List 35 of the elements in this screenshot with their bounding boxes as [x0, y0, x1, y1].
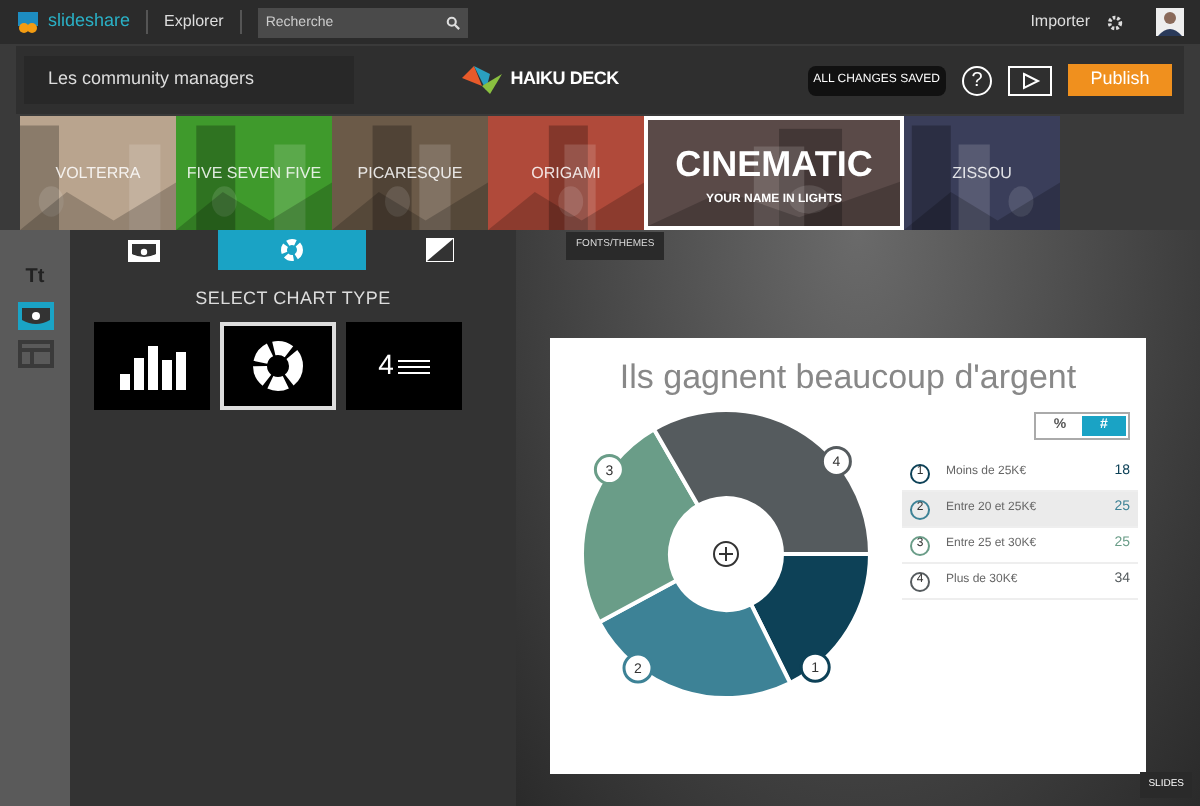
- theme-name: PICARESQUE: [357, 161, 463, 185]
- bird-logo-icon: [462, 62, 503, 98]
- logo-icon: [16, 10, 40, 34]
- image-tool-icon[interactable]: [17, 302, 53, 330]
- donut-segment[interactable]: [652, 407, 872, 555]
- theme-name: ORIGAMI: [531, 161, 601, 185]
- donut-chart-icon: [252, 339, 304, 391]
- gear-icon[interactable]: [1106, 13, 1124, 31]
- help-button[interactable]: ?: [962, 65, 992, 95]
- site-logo[interactable]: slideshare: [48, 8, 131, 36]
- deck-title[interactable]: Les community managers: [24, 56, 354, 104]
- search-icon[interactable]: [445, 15, 460, 29]
- lines-icon: [397, 357, 430, 373]
- contrast-icon: [426, 238, 454, 262]
- donut-segment[interactable]: [580, 426, 700, 624]
- chart-type-option[interactable]: [220, 321, 336, 409]
- play-button[interactable]: [1008, 65, 1052, 95]
- chart-type-option[interactable]: 4: [346, 321, 462, 409]
- add-icon[interactable]: [713, 540, 739, 566]
- slide-title[interactable]: Ils gagnent beaucoup d'argent: [550, 352, 1146, 403]
- avatar[interactable]: [1156, 8, 1184, 36]
- theme-name: VOLTERRA: [55, 161, 141, 185]
- number-label: 4: [378, 346, 394, 384]
- import-link[interactable]: Importer: [1030, 10, 1090, 34]
- section-heading: SELECT CHART TYPE: [193, 286, 393, 312]
- theme-name: FIVE SEVEN FIVE: [186, 161, 322, 185]
- theme-name: CINEMATIC: [675, 141, 873, 187]
- nav-link[interactable]: Explorer: [164, 10, 224, 34]
- donut-chart-icon: [280, 238, 304, 262]
- brand-logo: HAIKU DECK: [510, 66, 619, 93]
- bar-chart-icon: [118, 341, 186, 389]
- theme-name: ZISSOU: [952, 161, 1012, 185]
- image-icon: [128, 239, 160, 261]
- chart-type-option[interactable]: [94, 321, 210, 409]
- donut-segment[interactable]: [597, 577, 793, 699]
